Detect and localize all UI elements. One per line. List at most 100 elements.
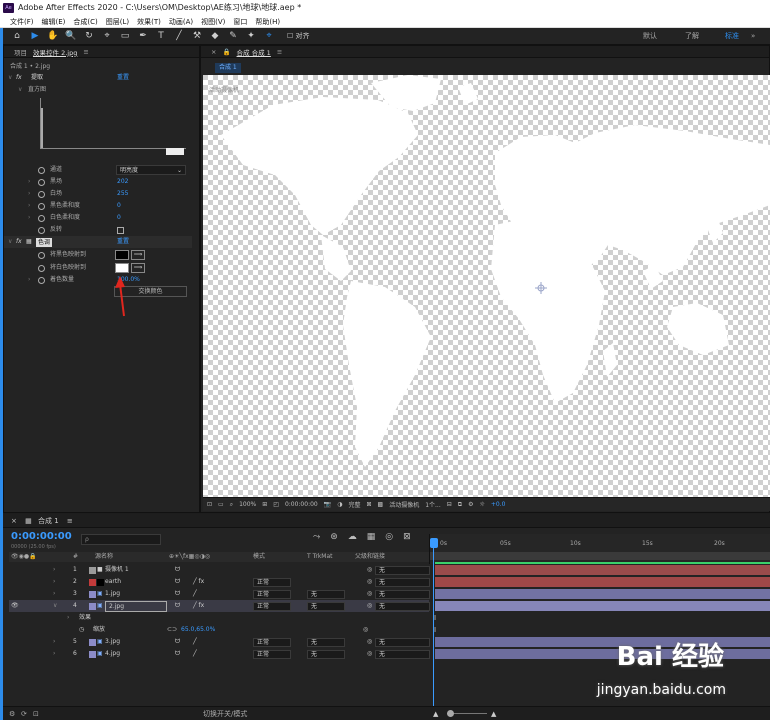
composition-flow-icon[interactable]: ⤳ <box>313 532 320 542</box>
camera-tool-icon[interactable]: ⌖ <box>101 31 113 41</box>
param-row[interactable]: › 白色柔和度 0 <box>4 212 192 224</box>
layer-label-color[interactable] <box>89 567 96 574</box>
workspace-more-icon[interactable]: » <box>751 28 755 45</box>
param-row[interactable]: › 黑场 202 <box>4 176 192 188</box>
histogram-graph[interactable] <box>40 98 186 160</box>
layer-row[interactable]: › 5 ▣ 3.jpg ᗢ ╱ 正常 无 ◎ 无 <box>9 636 430 648</box>
grid-icon[interactable]: ⊞ <box>262 501 267 508</box>
trkmat-dropdown[interactable]: 无 <box>307 649 345 659</box>
composition-canvas[interactable]: 活动摄像机 <box>203 75 770 497</box>
camera-value[interactable]: 活动摄像机 <box>389 500 419 509</box>
shy-switch-icon[interactable]: ᗢ <box>175 636 180 648</box>
twirl-down-icon[interactable]: ∨ <box>8 236 12 248</box>
black-color-swatch[interactable] <box>115 250 129 260</box>
parent-dropdown[interactable]: 无 <box>375 637 430 647</box>
magnification-icon[interactable]: ⌕ <box>230 501 233 509</box>
motion-blur-icon[interactable]: ◎ <box>385 532 393 542</box>
eyedropper-icon[interactable]: ⟹ <box>131 263 145 273</box>
effect-tint-reset[interactable]: 重置 <box>117 236 129 248</box>
rectangle-tool-icon[interactable]: ▭ <box>119 31 131 41</box>
param-value[interactable]: 0 <box>117 212 121 224</box>
scale-value[interactable]: 65.0,65.0% <box>181 624 215 636</box>
panel-menu-icon[interactable]: ≡ <box>83 48 88 56</box>
layer-name[interactable]: 3.jpg <box>105 636 120 648</box>
shy-switch-icon[interactable]: ᗢ <box>175 564 180 576</box>
render-icon[interactable]: ⚙ <box>468 501 473 508</box>
workspace-learn[interactable]: 了解 <box>685 28 699 45</box>
parent-dropdown[interactable]: 无 <box>375 649 430 659</box>
twirl-right-icon[interactable]: › <box>53 636 55 648</box>
menu-edit[interactable]: 编辑(E) <box>42 17 66 27</box>
param-channel[interactable]: 通道 明亮度 ⌄ <box>4 164 192 176</box>
fx-icon[interactable]: fx <box>16 72 22 84</box>
constrain-proportions-icon[interactable]: ⊂⊃ <box>167 624 177 636</box>
menu-view[interactable]: 视图(V) <box>201 17 225 27</box>
stopwatch-icon[interactable] <box>38 215 45 222</box>
stopwatch-icon[interactable] <box>38 227 45 234</box>
blend-mode-dropdown[interactable]: 正常 <box>253 649 291 659</box>
trkmat-dropdown[interactable]: 无 <box>307 589 345 599</box>
timeline-timecode[interactable]: 0:00:00:00 <box>11 531 72 542</box>
flowchart-icon[interactable]: ⧉ <box>458 501 462 509</box>
parent-dropdown[interactable]: 无 <box>375 565 430 575</box>
twirl-right-icon[interactable]: › <box>28 176 30 188</box>
twirl-down-icon[interactable]: ∨ <box>8 72 12 84</box>
menu-effect[interactable]: 效果(T) <box>137 17 161 27</box>
layer-label-color[interactable] <box>89 579 96 586</box>
stopwatch-icon[interactable] <box>38 252 45 259</box>
layer-bar[interactable] <box>435 589 770 599</box>
invert-checkbox[interactable] <box>117 227 124 234</box>
white-point-handle[interactable] <box>166 148 184 155</box>
menu-layer[interactable]: 图层(L) <box>106 17 129 27</box>
layer-label-color[interactable] <box>89 603 96 610</box>
brush-tool-icon[interactable]: ╱ <box>173 31 185 41</box>
shy-switch-icon[interactable]: ᗢ <box>175 648 180 660</box>
playhead-handle[interactable] <box>430 538 438 548</box>
param-invert[interactable]: 反转 <box>4 224 192 236</box>
layer-label-color[interactable] <box>89 639 96 646</box>
parent-dropdown[interactable]: 无 <box>375 589 430 599</box>
shy-switch-icon[interactable]: ᗢ <box>175 576 180 588</box>
current-time[interactable]: 0:00:00:00 <box>285 501 318 508</box>
tint-map-white-row[interactable]: 将白色映射到 ⟹ <box>4 262 192 274</box>
snapshot-icon[interactable]: 📷 <box>324 501 331 508</box>
trkmat-dropdown[interactable]: 无 <box>307 601 345 611</box>
twirl-right-icon[interactable]: › <box>28 212 30 224</box>
exposure-icon[interactable]: ☼ <box>479 501 484 508</box>
workspace-standard[interactable]: 标准 <box>725 28 739 45</box>
visibility-eye-icon[interactable]: 👁 <box>11 600 19 612</box>
param-value[interactable]: 255 <box>117 188 128 200</box>
pen-tool-icon[interactable]: ✒ <box>137 31 149 41</box>
param-value[interactable]: 202 <box>117 176 128 188</box>
keyframe-icon[interactable]: I <box>434 626 436 634</box>
hand-tool-icon[interactable]: ✋ <box>47 31 59 41</box>
blend-mode-dropdown[interactable]: 正常 <box>253 601 291 611</box>
selection-tool-icon[interactable]: ▶ <box>29 31 41 41</box>
stopwatch-icon[interactable] <box>38 203 45 210</box>
stopwatch-icon[interactable] <box>38 277 45 284</box>
quality-switch-icon[interactable]: ╱ <box>193 588 197 600</box>
stopwatch-icon[interactable] <box>38 167 45 174</box>
zoom-out-icon[interactable]: ▲ <box>433 707 438 720</box>
axis-mode-icon[interactable]: ⌖ <box>263 31 275 41</box>
zoom-value[interactable]: 100% <box>239 501 256 508</box>
layer-row[interactable]: › 6 ▣ 4.jpg ᗢ ╱ 正常 无 ◎ 无 <box>9 648 430 660</box>
effect-extract-row[interactable]: ∨ fx 提取 重置 <box>4 72 192 84</box>
menu-composition[interactable]: 合成(C) <box>73 17 97 27</box>
monitor-icon[interactable]: ▭ <box>218 501 224 508</box>
blend-mode-dropdown[interactable]: 正常 <box>253 577 291 587</box>
panel-menu-icon[interactable]: ≡ <box>277 48 282 56</box>
twirl-right-icon[interactable]: › <box>28 200 30 212</box>
footer-settings-icon[interactable]: ⚙ <box>9 707 15 720</box>
zoom-tool-icon[interactable]: 🔍 <box>65 31 77 41</box>
effect-extract-reset[interactable]: 重置 <box>117 72 129 84</box>
layer-bar[interactable] <box>435 601 770 611</box>
puppet-tool-icon[interactable]: ✦ <box>245 31 257 41</box>
twirl-right-icon[interactable]: › <box>53 564 55 576</box>
shy-switch-icon[interactable]: ᗢ <box>175 600 180 612</box>
home-icon[interactable]: ⌂ <box>11 31 23 41</box>
param-row[interactable]: › 白场 255 <box>4 188 192 200</box>
menu-file[interactable]: 文件(F) <box>10 17 34 27</box>
twirl-down-icon[interactable]: ∨ <box>18 84 22 96</box>
blend-mode-dropdown[interactable]: 正常 <box>253 589 291 599</box>
